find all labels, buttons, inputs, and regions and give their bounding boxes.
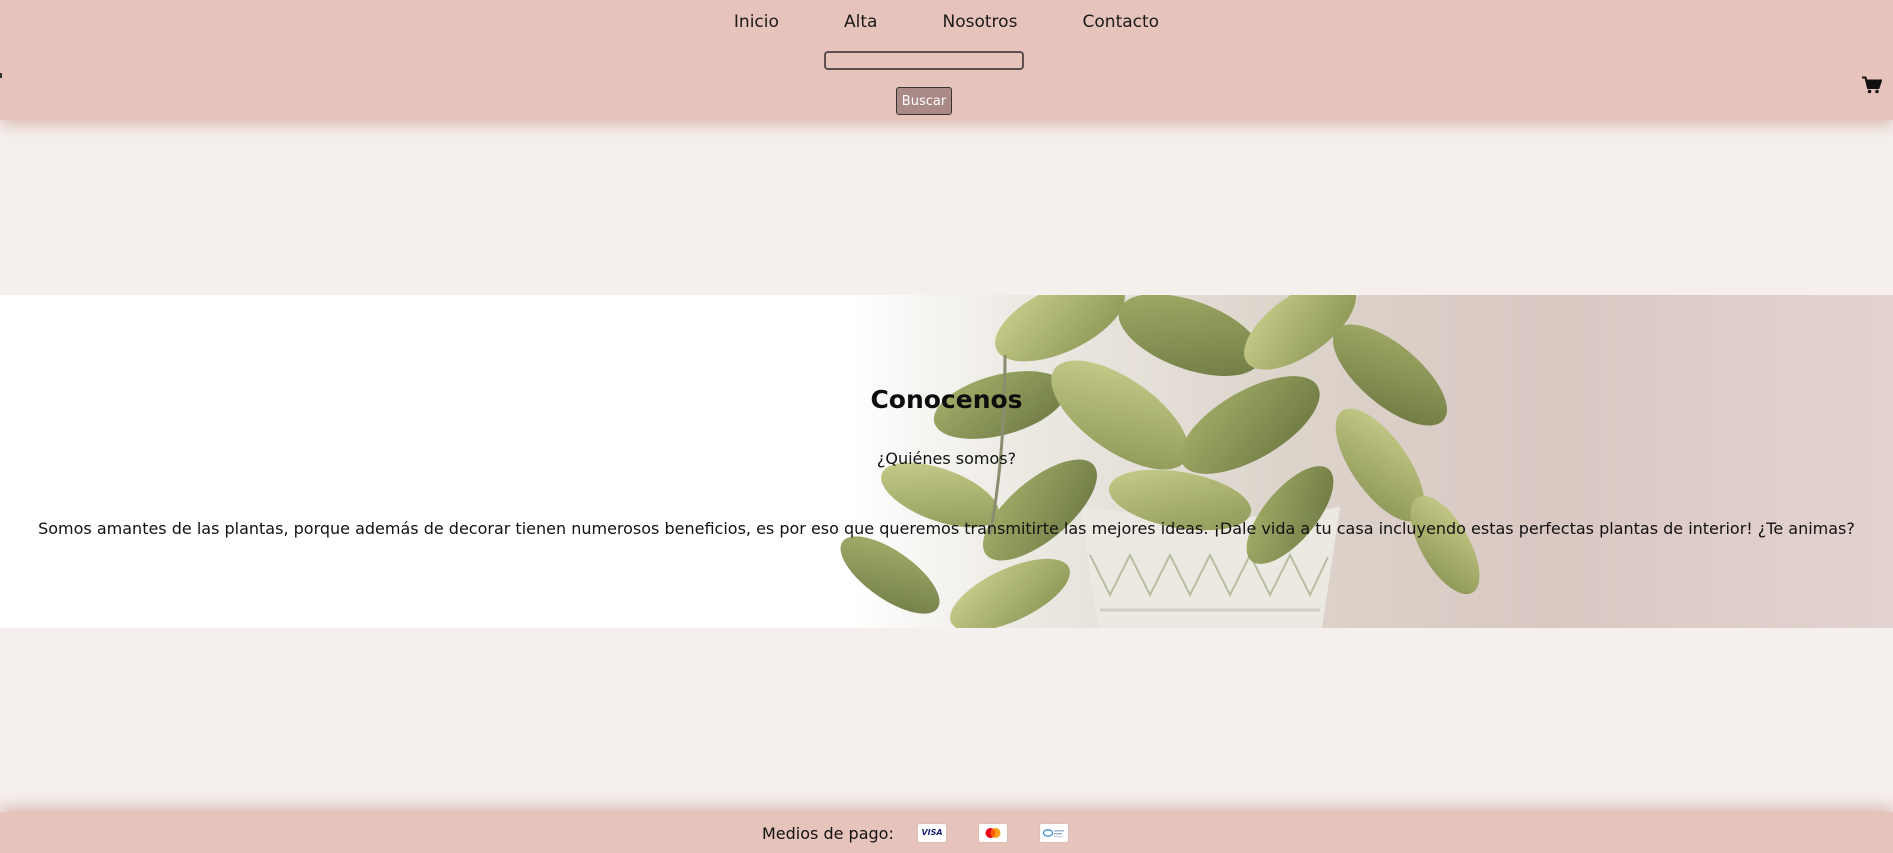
edge-mark <box>0 73 2 78</box>
about-section: Conocenos ¿Quiénes somos? Somos amantes … <box>0 295 1893 628</box>
visa-icon-text: VISA <box>921 828 943 837</box>
search-button[interactable]: Buscar <box>896 87 952 115</box>
main-nav: Inicio Alta Nosotros Contacto <box>0 12 1893 32</box>
site-footer: Medios de pago: VISA <box>0 812 1893 853</box>
section-subtitle: ¿Quiénes somos? <box>876 449 1017 468</box>
nav-link-contacto[interactable]: Contacto <box>1083 12 1160 32</box>
mastercard-icon <box>979 824 1007 842</box>
nav-link-inicio[interactable]: Inicio <box>734 12 779 32</box>
about-description: Somos amantes de las plantas, porque ade… <box>38 519 1855 538</box>
site-header: Inicio Alta Nosotros Contacto Buscar <box>0 0 1893 120</box>
visa-icon: VISA <box>918 824 946 842</box>
search-input[interactable] <box>824 51 1024 70</box>
payment-methods-label: Medios de pago: <box>762 824 894 843</box>
cart-icon[interactable] <box>1862 76 1882 94</box>
mercadopago-icon <box>1040 824 1068 842</box>
nav-link-nosotros[interactable]: Nosotros <box>943 12 1018 32</box>
nav-link-alta[interactable]: Alta <box>844 12 877 32</box>
page-title: Conocenos <box>870 385 1023 414</box>
